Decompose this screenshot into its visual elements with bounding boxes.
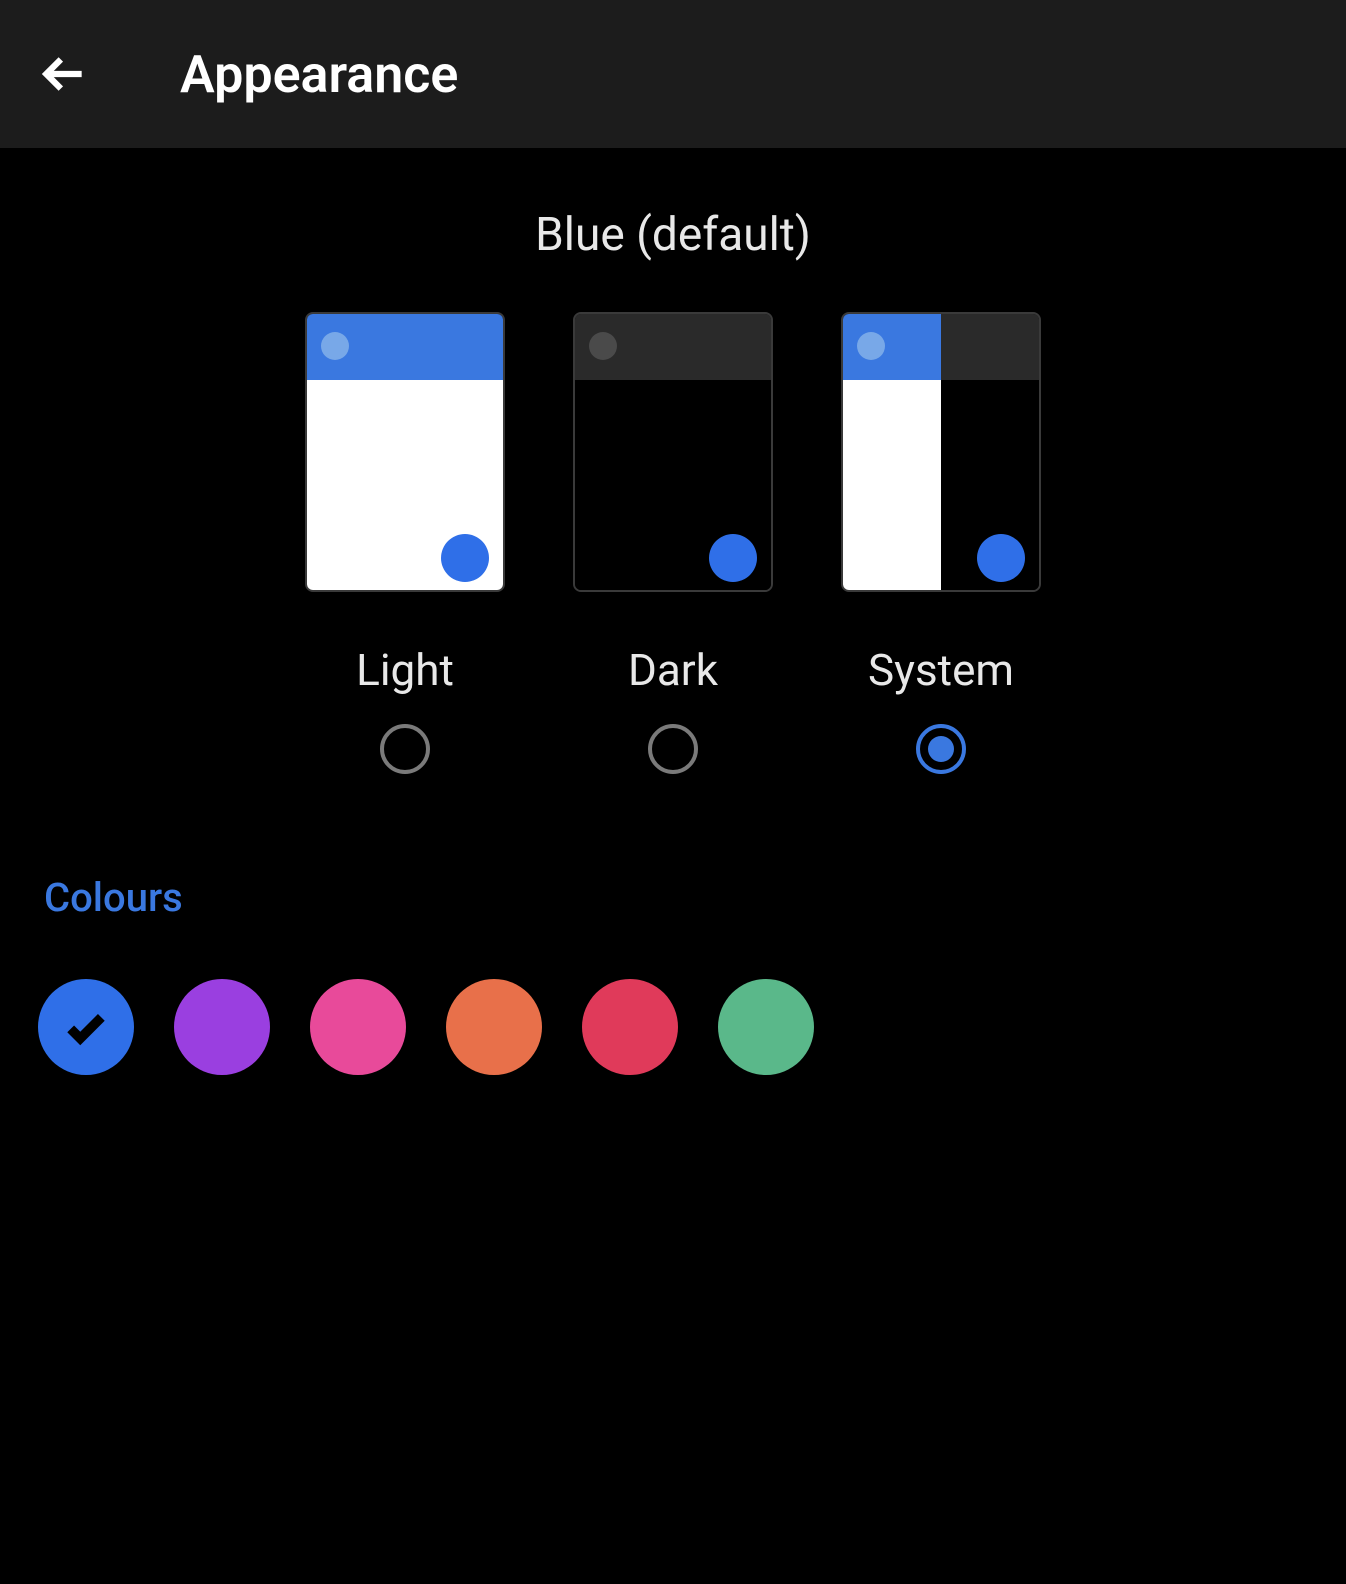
preview-body bbox=[843, 380, 1039, 592]
colour-swatch-red[interactable] bbox=[582, 979, 678, 1075]
colour-swatch-green[interactable] bbox=[718, 979, 814, 1075]
preview-header bbox=[307, 314, 503, 380]
theme-preview-system[interactable] bbox=[841, 312, 1041, 592]
preview-dot-icon bbox=[321, 332, 349, 360]
colour-swatch-blue[interactable] bbox=[38, 979, 134, 1075]
preview-body bbox=[575, 380, 771, 592]
current-theme-label: Blue (default) bbox=[0, 208, 1346, 262]
app-header: Appearance bbox=[0, 0, 1346, 148]
checkmark-icon bbox=[63, 1004, 109, 1050]
radio-selected-icon bbox=[928, 736, 954, 762]
colour-swatch-purple[interactable] bbox=[174, 979, 270, 1075]
colour-swatch-row bbox=[0, 979, 1346, 1075]
radio-light[interactable] bbox=[380, 724, 430, 774]
colour-swatch-orange[interactable] bbox=[446, 979, 542, 1075]
theme-label-light: Light bbox=[356, 644, 454, 696]
page-title: Appearance bbox=[180, 44, 458, 105]
colours-section-label: Colours bbox=[0, 874, 1346, 921]
theme-preview-dark[interactable] bbox=[573, 312, 773, 592]
theme-option-light: Light bbox=[305, 312, 505, 774]
theme-label-system: System bbox=[868, 644, 1014, 696]
preview-header bbox=[843, 314, 1039, 380]
preview-fab-icon bbox=[977, 534, 1025, 582]
radio-dark[interactable] bbox=[648, 724, 698, 774]
preview-dot-icon bbox=[589, 332, 617, 360]
main-content: Blue (default) Light bbox=[0, 148, 1346, 1075]
colour-swatch-magenta[interactable] bbox=[310, 979, 406, 1075]
radio-system[interactable] bbox=[916, 724, 966, 774]
preview-body bbox=[307, 380, 503, 592]
preview-fab-icon bbox=[441, 534, 489, 582]
preview-fab-icon bbox=[709, 534, 757, 582]
theme-option-system: System bbox=[841, 312, 1041, 774]
theme-preview-light[interactable] bbox=[305, 312, 505, 592]
preview-header bbox=[575, 314, 771, 380]
back-arrow-icon[interactable] bbox=[40, 49, 90, 99]
preview-dot-icon bbox=[857, 332, 885, 360]
theme-label-dark: Dark bbox=[628, 644, 718, 696]
theme-option-dark: Dark bbox=[573, 312, 773, 774]
theme-preview-row: Light Dark bbox=[0, 312, 1346, 774]
